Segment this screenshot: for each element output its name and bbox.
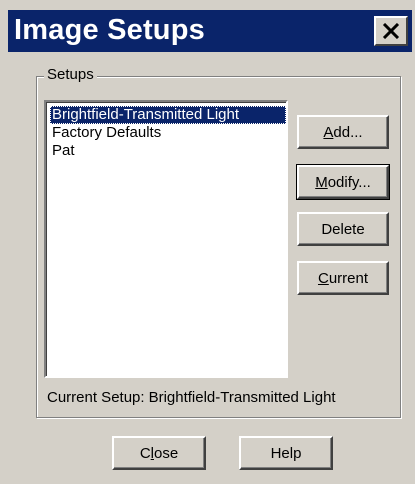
title-bar[interactable]: Image Setups	[8, 10, 412, 52]
current-setup-status: Current Setup: Brightfield-Transmitted Li…	[47, 389, 336, 407]
close-icon	[382, 23, 400, 39]
close-button-label: Close	[139, 444, 179, 462]
window-title: Image Setups	[14, 14, 205, 46]
modify-button[interactable]: Modify...	[296, 164, 390, 200]
modify-button-label: Modify...	[315, 173, 371, 191]
close-button[interactable]: Close	[112, 436, 206, 470]
current-setup-value: Brightfield-Transmitted Light	[148, 389, 336, 406]
help-button-label: Help	[270, 444, 302, 462]
current-button-label: Current	[317, 269, 369, 287]
setup-list-item[interactable]: Brightfield-Transmitted Light	[50, 106, 286, 124]
image-setups-dialog: Image Setups Setups Brightfield-Transmit…	[0, 0, 415, 484]
setups-listbox[interactable]: Brightfield-Transmitted Light Factory De…	[44, 100, 288, 378]
close-window-button[interactable]	[374, 16, 408, 46]
current-setup-label: Current Setup:	[47, 389, 145, 406]
delete-button[interactable]: Delete	[297, 212, 389, 246]
add-button[interactable]: Add...	[297, 115, 389, 149]
setups-group-label: Setups	[44, 66, 97, 84]
add-button-label: Add...	[323, 123, 363, 141]
delete-button-label: Delete	[321, 220, 365, 238]
setup-list-item[interactable]: Pat	[50, 142, 77, 160]
help-button[interactable]: Help	[239, 436, 333, 470]
setup-list-item[interactable]: Factory Defaults	[50, 124, 163, 142]
current-button[interactable]: Current	[297, 261, 389, 295]
